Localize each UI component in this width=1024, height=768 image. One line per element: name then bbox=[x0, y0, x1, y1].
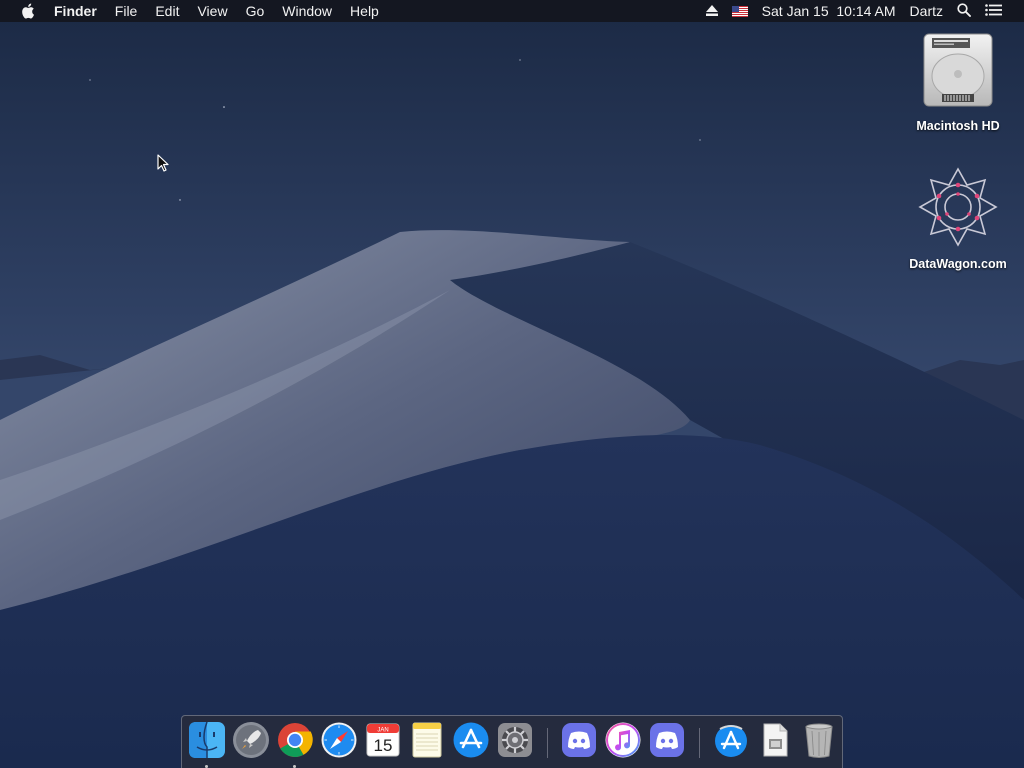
dock-item-itunes[interactable] bbox=[604, 721, 642, 759]
dock-item-discord[interactable] bbox=[560, 721, 598, 759]
desktop-icon-datawagon[interactable]: DataWagon.com bbox=[898, 166, 1018, 271]
dock-item-document[interactable] bbox=[756, 721, 794, 759]
dock-item-app-store-downloads[interactable] bbox=[712, 721, 750, 759]
discord-icon bbox=[650, 723, 684, 757]
eject-icon[interactable] bbox=[705, 3, 718, 19]
menubar-clock[interactable]: Sat Jan 15 10:14 AM bbox=[762, 3, 896, 19]
calendar-month: JAN bbox=[377, 728, 388, 734]
dock-item-system-preferences[interactable] bbox=[496, 721, 534, 759]
safari-icon bbox=[321, 722, 357, 758]
apple-menu-icon[interactable] bbox=[18, 0, 38, 22]
notification-center-icon[interactable] bbox=[985, 3, 1002, 19]
hard-drive-icon bbox=[923, 33, 993, 107]
document-icon bbox=[763, 723, 788, 757]
desktop-icon-label: Macintosh HD bbox=[916, 119, 1000, 133]
launchpad-icon bbox=[233, 722, 269, 758]
menu-view[interactable]: View bbox=[188, 0, 236, 22]
trash-icon bbox=[805, 723, 833, 758]
calendar-day: 15 bbox=[374, 736, 393, 755]
discord-icon bbox=[562, 723, 596, 757]
dock: JAN 15 bbox=[181, 715, 843, 768]
dock-separator bbox=[547, 728, 548, 758]
network-volume-icon bbox=[918, 167, 998, 247]
app-store-icon bbox=[453, 722, 489, 758]
input-source-flag-icon[interactable] bbox=[731, 5, 748, 17]
spotlight-search-icon[interactable] bbox=[957, 2, 971, 20]
dock-item-calendar[interactable]: JAN 15 bbox=[364, 721, 402, 759]
desktop-icon-label: DataWagon.com bbox=[909, 257, 1007, 271]
menu-file[interactable]: File bbox=[106, 0, 147, 22]
finder-icon bbox=[189, 721, 225, 758]
dock-item-notes[interactable] bbox=[408, 721, 446, 759]
dock-item-trash[interactable] bbox=[800, 721, 838, 759]
dock-separator bbox=[699, 728, 700, 758]
menu-edit[interactable]: Edit bbox=[146, 0, 188, 22]
desktop-wallpaper bbox=[0, 0, 1024, 768]
dock-item-discord-2[interactable] bbox=[648, 721, 686, 759]
dock-item-launchpad[interactable] bbox=[232, 721, 270, 759]
notes-icon bbox=[412, 722, 442, 758]
system-preferences-icon bbox=[498, 723, 532, 757]
desktop-icon-macintosh-hd[interactable]: Macintosh HD bbox=[898, 30, 1018, 133]
menu-go[interactable]: Go bbox=[237, 0, 274, 22]
menubar-user[interactable]: Dartz bbox=[910, 3, 943, 19]
menu-bar: Finder File Edit View Go Window Help Sat… bbox=[0, 0, 1024, 22]
app-store-folder-icon bbox=[715, 725, 747, 757]
dock-item-chrome[interactable] bbox=[276, 721, 314, 768]
menu-help[interactable]: Help bbox=[341, 0, 388, 22]
itunes-icon bbox=[605, 722, 641, 758]
dock-item-finder[interactable] bbox=[188, 721, 226, 768]
menu-app-finder[interactable]: Finder bbox=[54, 0, 106, 22]
calendar-icon: JAN 15 bbox=[366, 723, 400, 757]
dock-item-safari[interactable] bbox=[320, 721, 358, 759]
mouse-cursor-icon bbox=[157, 154, 169, 172]
chrome-icon bbox=[278, 723, 313, 757]
dock-item-app-store[interactable] bbox=[452, 721, 490, 759]
menu-window[interactable]: Window bbox=[273, 0, 341, 22]
